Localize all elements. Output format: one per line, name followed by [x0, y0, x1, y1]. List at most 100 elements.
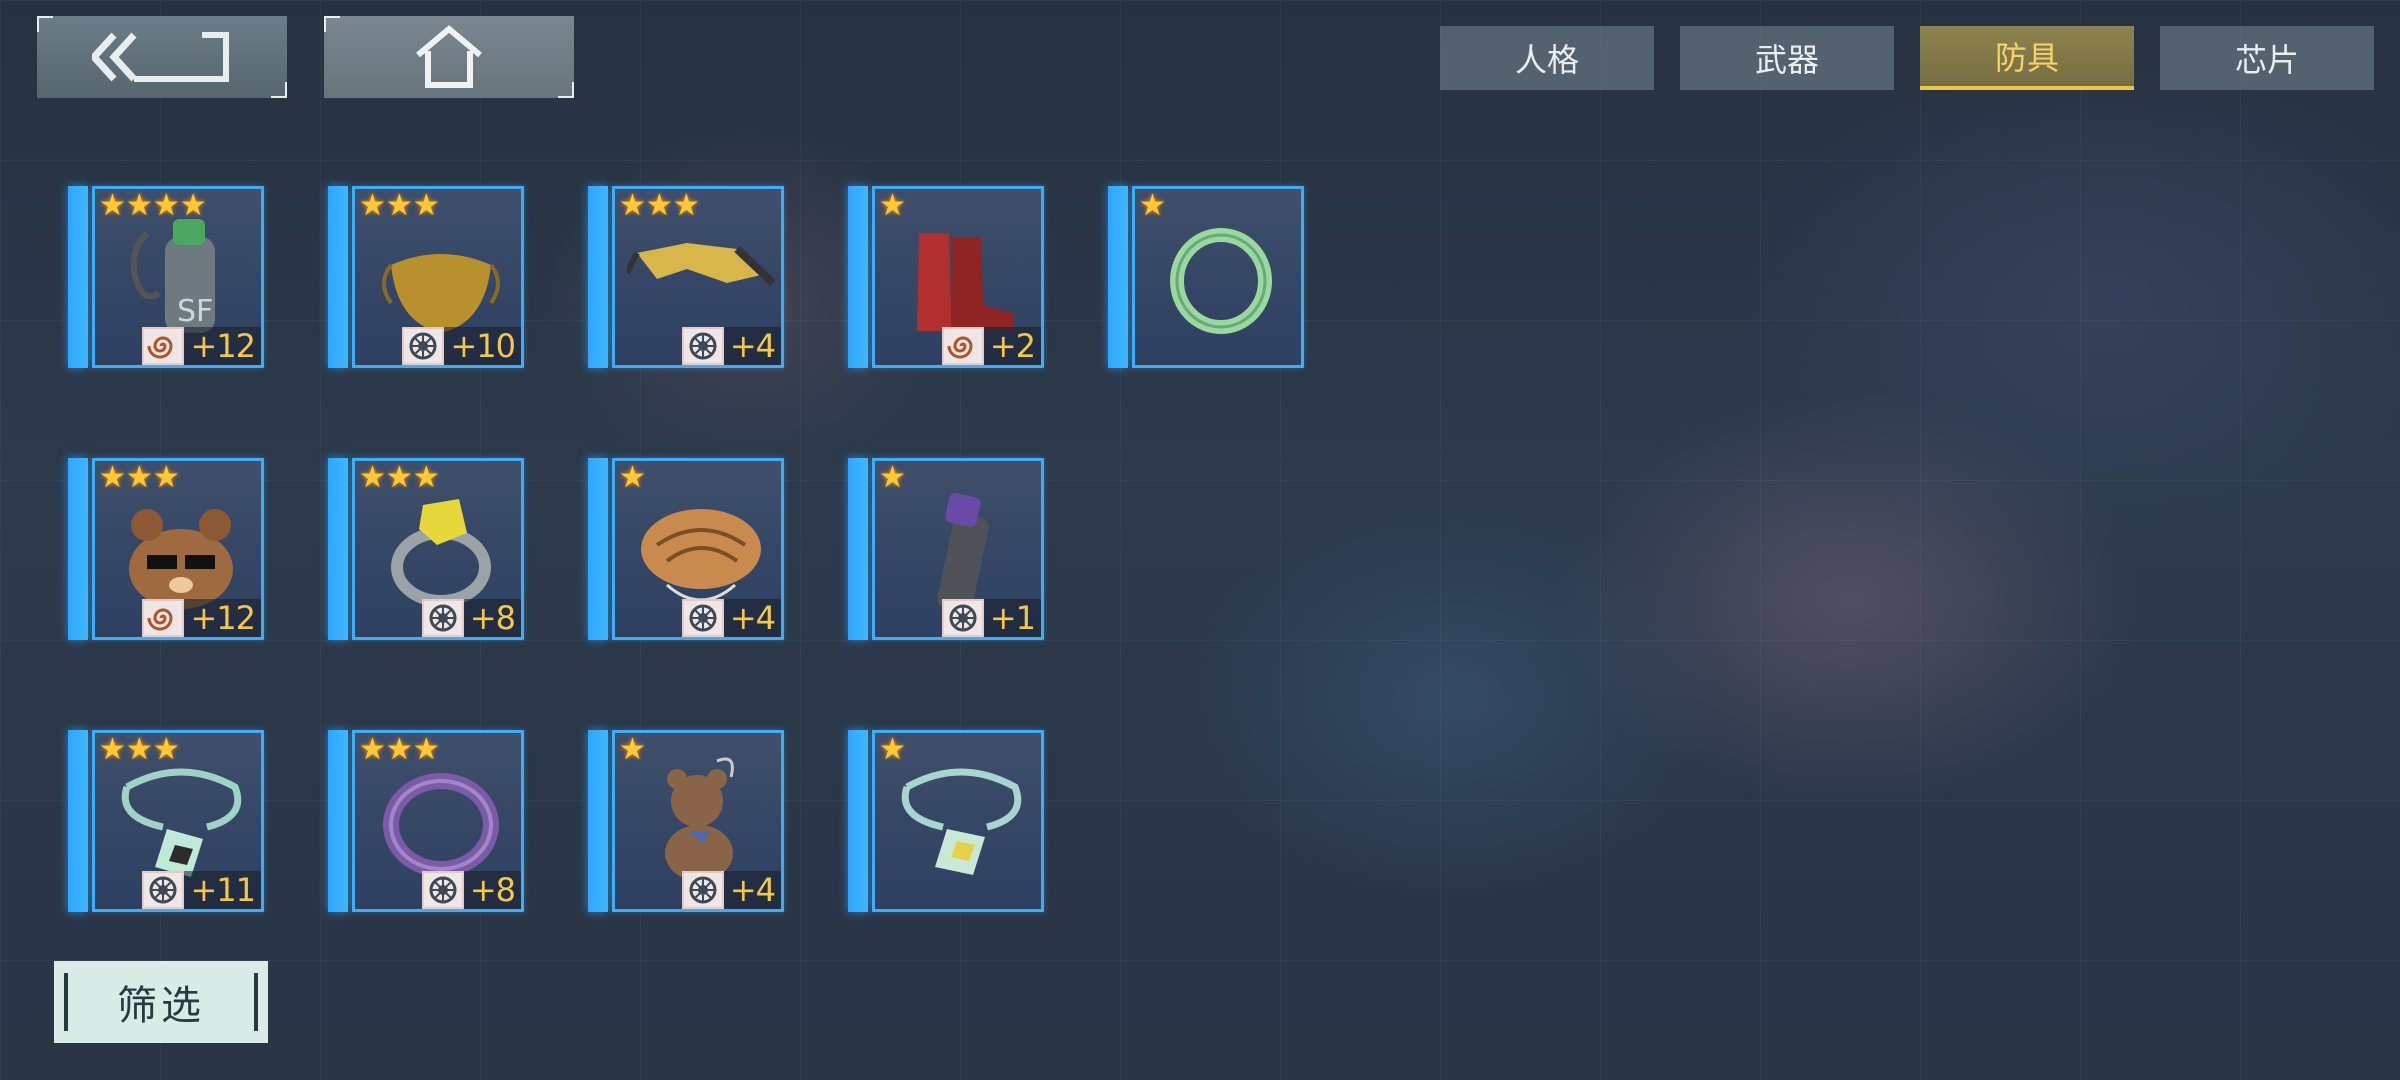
gear-resource-icon: [689, 876, 717, 904]
enhance-level: +11: [190, 871, 256, 909]
item-card: ★ ★ ★ +12: [92, 458, 264, 640]
tab-armor[interactable]: 防具: [1920, 26, 2134, 90]
rarity-bar: [328, 458, 348, 640]
level-badge: +12: [142, 599, 261, 637]
enhance-level: +12: [190, 599, 256, 637]
enhance-level: +4: [729, 327, 776, 365]
filter-button[interactable]: 筛选: [54, 961, 268, 1043]
bread-icon: [641, 509, 761, 602]
resource-box: [142, 327, 185, 365]
level-badge: +10: [402, 327, 521, 365]
equipment-item-bread[interactable]: ★ +4: [588, 458, 784, 640]
level-badge: +12: [142, 327, 261, 365]
equipment-item-mask[interactable]: ★ ★ ★ +10: [328, 186, 524, 368]
item-card: ★ ★ ★ +11: [92, 730, 264, 912]
enhance-level: +4: [729, 871, 776, 909]
gem-ring-icon: [391, 499, 491, 607]
rarity-bar: [328, 730, 348, 912]
filter-left-bar: [64, 973, 68, 1031]
resource-box: [681, 599, 724, 637]
equipment-item-boots[interactable]: ★ +2: [848, 186, 1044, 368]
gear-resource-icon: [689, 604, 717, 632]
rarity-bar: [848, 186, 868, 368]
rarity-bar: [328, 186, 348, 368]
resource-box: [681, 327, 724, 365]
rarity-bar: [588, 458, 608, 640]
equipment-item-yellow-necklace[interactable]: ★: [848, 730, 1044, 912]
resource-box: [142, 599, 185, 637]
equipment-item-gem-ring[interactable]: ★ ★ ★ +8: [328, 458, 524, 640]
enhance-level: +8: [469, 599, 516, 637]
level-badge: +8: [421, 599, 521, 637]
resource-box: [142, 871, 185, 909]
swirl-resource-icon: [147, 336, 173, 359]
yellow-necklace-icon: [901, 768, 1022, 875]
equipment-item-teddy-bear[interactable]: ★ +4: [588, 730, 784, 912]
resource-box: [941, 327, 984, 365]
equipment-item-bear-backpack[interactable]: ★ ★ ★ +12: [68, 458, 264, 640]
item-card: ★ +4: [612, 458, 784, 640]
flask-icon: [937, 493, 989, 612]
level-badge: +4: [681, 327, 781, 365]
gear-resource-icon: [409, 332, 437, 360]
enhance-level: +4: [729, 599, 776, 637]
tab-chip[interactable]: 芯片: [2160, 26, 2374, 90]
rarity-bar: [588, 730, 608, 912]
filter-right-bar: [254, 973, 258, 1031]
tab-weapon[interactable]: 武器: [1680, 26, 1894, 90]
back-icon: [92, 32, 229, 82]
resource-box: [402, 327, 445, 365]
goggles-icon: [627, 243, 775, 286]
level-badge: +4: [681, 871, 781, 909]
bear-backpack-icon: [129, 509, 233, 609]
item-card: ★ ★ ★ +10: [352, 186, 524, 368]
rarity-bar: [68, 458, 88, 640]
home-button[interactable]: [324, 16, 574, 98]
item-card: ★ +2: [872, 186, 1044, 368]
green-necklace-icon: [121, 768, 242, 877]
item-card: ★ ★ ★ +8: [352, 458, 524, 640]
rarity-bar: [1108, 186, 1128, 368]
resource-box: [681, 871, 724, 909]
equipment-item-green-necklace[interactable]: ★ ★ ★ +11: [68, 730, 264, 912]
mask-icon: [382, 254, 500, 333]
boots-icon: [917, 233, 1013, 331]
rarity-bar: [848, 458, 868, 640]
level-badge: +1: [941, 599, 1041, 637]
level-badge: +8: [421, 871, 521, 909]
gear-resource-icon: [949, 604, 977, 632]
item-card: ★: [872, 730, 1044, 912]
item-card: ★ +1: [872, 458, 1044, 640]
tab-personality[interactable]: 人格: [1440, 26, 1654, 90]
level-badge: +4: [681, 599, 781, 637]
filter-label: 筛选: [117, 983, 205, 1029]
gear-resource-icon: [689, 332, 717, 360]
equipment-item-purple-ring[interactable]: ★ ★ ★ +8: [328, 730, 524, 912]
equipment-item-flask[interactable]: ★ +1: [848, 458, 1044, 640]
item-card: ★: [1132, 186, 1304, 368]
enhance-level: +10: [450, 327, 516, 365]
swirl-resource-icon: [947, 336, 973, 359]
bottle-icon: SF: [130, 219, 215, 333]
gear-resource-icon: [429, 604, 457, 632]
gear-resource-icon: [429, 876, 457, 904]
rarity-bar: [68, 186, 88, 368]
svg-text:SF: SF: [177, 294, 213, 329]
resource-box: [941, 599, 984, 637]
rarity-bar: [588, 186, 608, 368]
item-card: ★ ★ ★ +4: [612, 186, 784, 368]
equipment-item-goggles[interactable]: ★ ★ ★ +4: [588, 186, 784, 368]
level-badge: +11: [142, 871, 261, 909]
item-card: ★ +4: [612, 730, 784, 912]
item-card: ★ ★ ★ ★ SF +12: [92, 186, 264, 368]
teddy-bear-icon: [665, 757, 734, 881]
level-badge: +2: [941, 327, 1041, 365]
enhance-level: +2: [989, 327, 1036, 365]
home-icon: [416, 25, 482, 88]
back-button[interactable]: [37, 16, 287, 98]
equipment-item-bottle[interactable]: ★ ★ ★ ★ SF +12: [68, 186, 264, 368]
green-ring-icon: [1170, 228, 1272, 334]
rarity-bar: [848, 730, 868, 912]
enhance-level: +1: [989, 599, 1036, 637]
equipment-item-green-ring[interactable]: ★: [1108, 186, 1304, 368]
